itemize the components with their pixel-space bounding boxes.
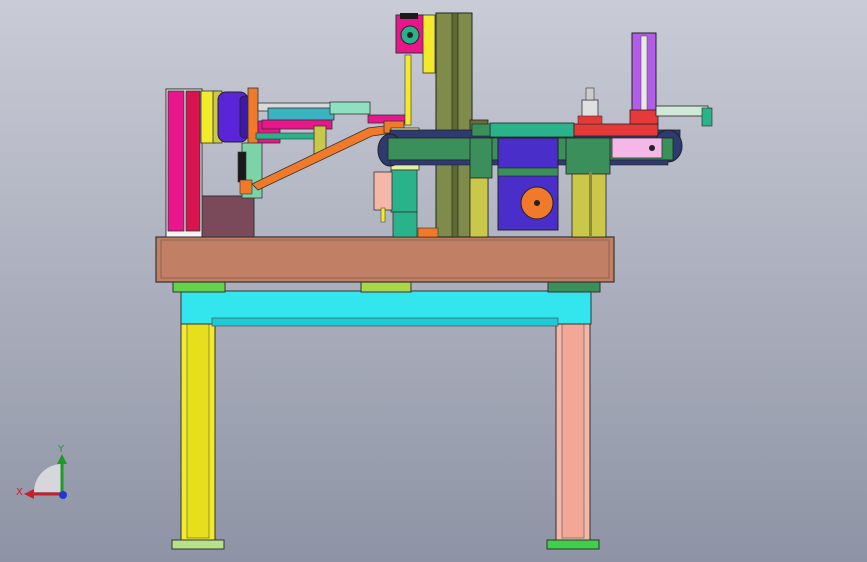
left-post-red (185, 90, 201, 232)
sensor-mount (577, 115, 603, 125)
feeder-lower (390, 169, 418, 213)
lower-arm (239, 179, 253, 195)
pad-right (547, 280, 601, 293)
clamp-jaw (237, 151, 247, 183)
tower-slot (640, 35, 648, 119)
slide-carriage (267, 107, 335, 121)
slide-cylinder (329, 101, 371, 115)
right-cylinder (655, 105, 709, 117)
column-yellow (422, 14, 436, 74)
top-motor-cap (400, 13, 418, 19)
crossbar-lower (211, 317, 559, 327)
machine-model[interactable] (0, 0, 867, 562)
pad-mid (360, 280, 412, 293)
tower-base (629, 109, 659, 125)
triad-arc (34, 464, 62, 492)
feeder-pink (373, 171, 393, 211)
feeder-base (392, 211, 418, 238)
top-motor-hub (407, 32, 413, 38)
right-cylinder-end (701, 107, 713, 127)
vertical-shaft (404, 54, 412, 126)
support-left (469, 174, 489, 238)
pad-left (172, 280, 226, 293)
drive-unit (469, 137, 611, 238)
drive-gear-hub (534, 200, 540, 206)
sensor-tip (585, 87, 595, 101)
x-axis-arrow (24, 489, 34, 499)
y-axis-label: Y (58, 444, 65, 455)
feeder-orange (417, 227, 439, 238)
right-tower (577, 32, 713, 127)
support-left-cap (469, 137, 493, 179)
support-right-bar (589, 172, 592, 237)
table-top (155, 236, 615, 283)
support-right-cap (565, 137, 611, 175)
cad-viewport[interactable]: Y X (0, 0, 867, 562)
slide-green (255, 132, 315, 140)
leg-right-inner (561, 321, 585, 539)
left-base-block (201, 195, 255, 238)
z-axis-dot (59, 491, 67, 499)
foot-right (546, 539, 600, 550)
belt-plate (489, 122, 575, 138)
belt-green-cap (471, 123, 491, 137)
y-axis-arrow (57, 454, 67, 464)
leg-left-inner (186, 321, 210, 539)
feeder-needle (380, 207, 386, 223)
foot-left (171, 539, 225, 550)
tensioner-bolt (649, 145, 655, 151)
axis-triad (24, 454, 67, 499)
x-axis-label: X (16, 487, 23, 498)
main-column-slot (451, 12, 459, 238)
left-post-magenta (167, 90, 185, 232)
belt-red (573, 123, 659, 137)
table-frame (155, 236, 615, 550)
motor-plate-strip (497, 167, 559, 177)
sensor-body (581, 99, 599, 119)
